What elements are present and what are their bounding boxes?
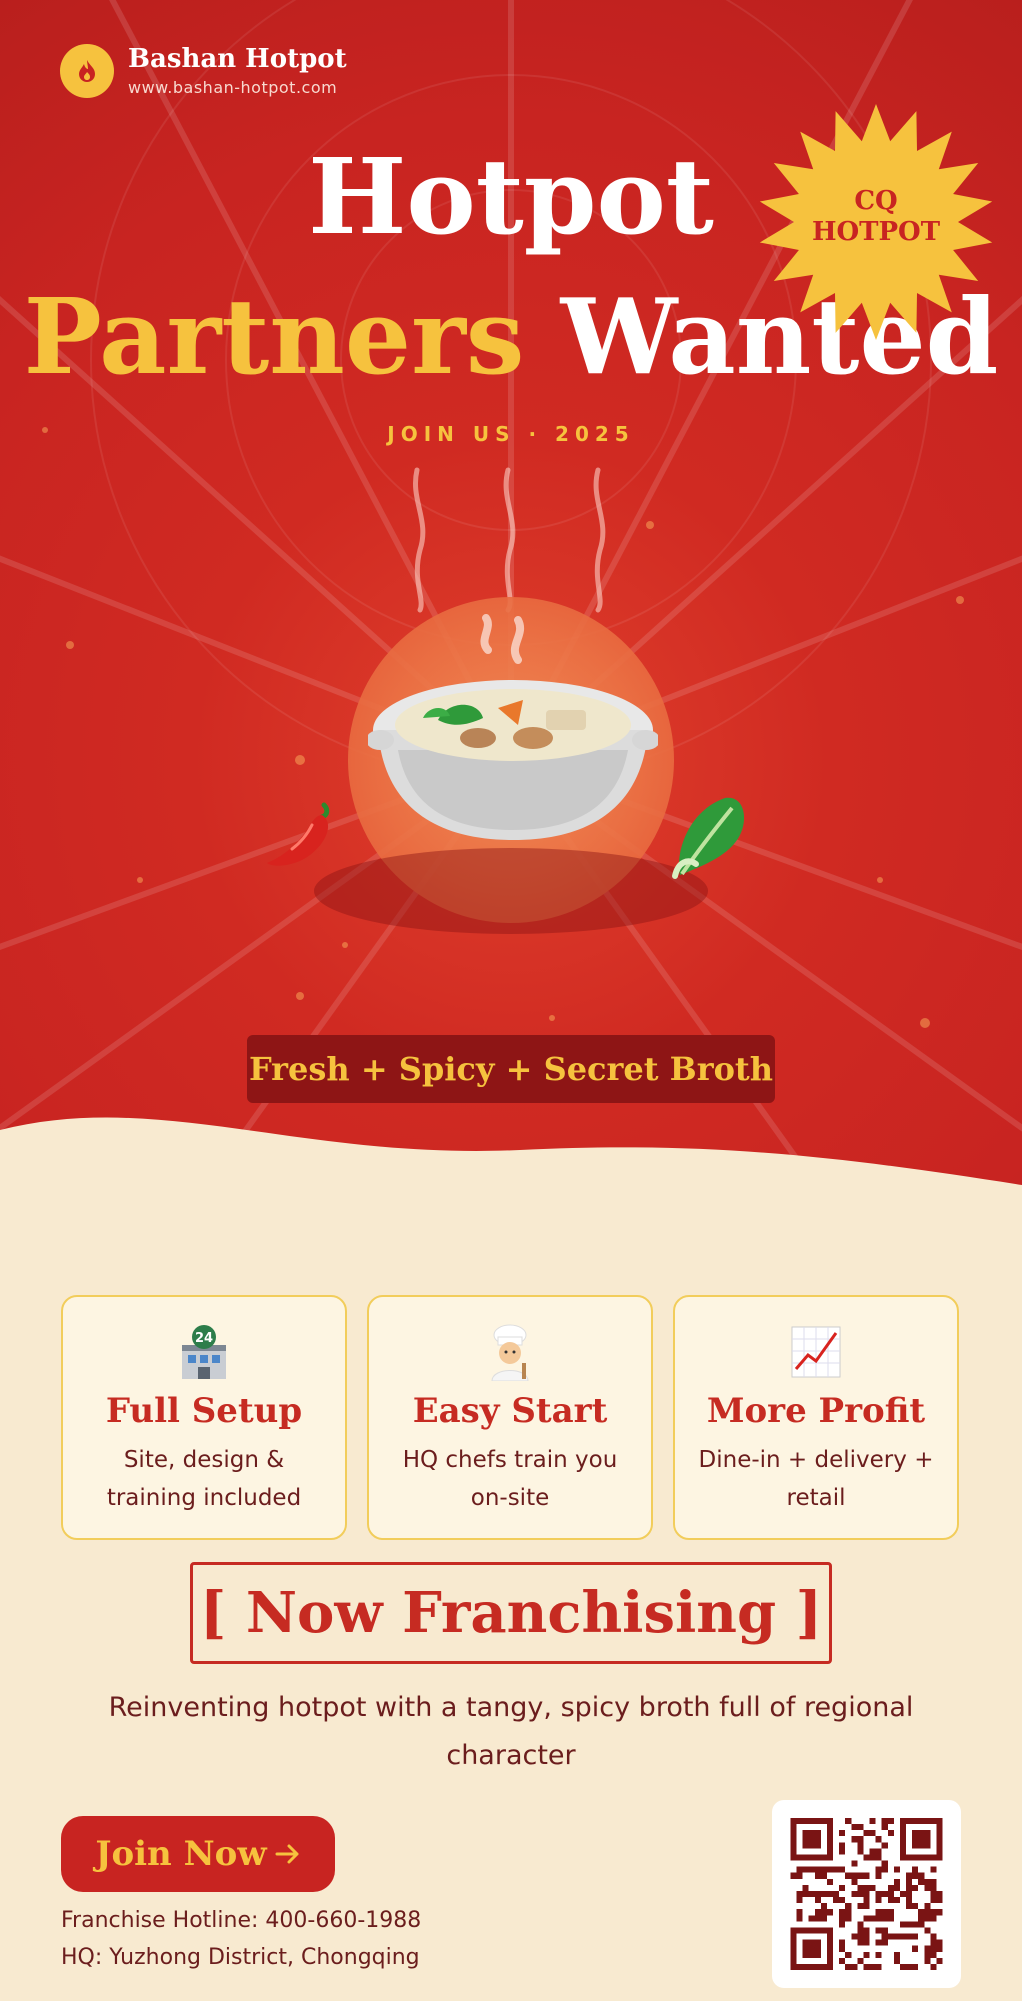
hero-subtitle: JOIN US · 2025 — [387, 422, 635, 446]
card-desc: Site, design & training included — [106, 1447, 302, 1511]
card-title: Easy Start — [412, 1391, 608, 1431]
svg-text:24: 24 — [195, 1331, 213, 1346]
brand-url[interactable]: www.bashan-hotpot.com — [128, 78, 347, 97]
card-desc: HQ chefs train you on-site — [402, 1447, 618, 1511]
cq-hotpot-badge: CQ HOTPOT — [756, 102, 996, 342]
card-title: More Profit — [706, 1391, 926, 1431]
feature-card-easy-start: Easy Start HQ chefs train you on-site — [367, 1295, 653, 1540]
card-desc: Dine-in + delivery + retail — [698, 1447, 934, 1511]
flame-icon — [60, 44, 114, 98]
bok-choy-icon — [672, 797, 745, 879]
badge-line2: HOTPOT — [811, 217, 941, 248]
feature-card-more-profit: More Profit Dine-in + delivery + retail — [673, 1295, 959, 1540]
chart-up-icon — [675, 1323, 957, 1383]
tagline-banner: Fresh + Spicy + Secret Broth — [247, 1035, 775, 1103]
hero-title-gold: Partners — [23, 275, 525, 398]
wave-divider — [0, 1117, 1022, 1200]
chili-pepper-icon — [267, 802, 330, 866]
qr-code[interactable] — [772, 1800, 961, 1988]
qr-code-icon — [790, 1818, 943, 1970]
now-franchising-heading: [ Now Franchising ] — [190, 1562, 832, 1664]
card-title: Full Setup — [105, 1391, 303, 1431]
chef-icon — [369, 1323, 651, 1383]
building-24-icon: 24 — [63, 1323, 345, 1383]
brand-header: Bashan Hotpot www.bashan-hotpot.com — [60, 44, 347, 98]
feature-cards: 24 Full Setup Site, design & training in… — [61, 1295, 959, 1540]
badge-line1: CQ — [854, 186, 898, 216]
bowl-shadow — [314, 848, 708, 934]
join-now-label: Join Now — [95, 1834, 267, 1874]
franchise-description: Reinventing hotpot with a tangy, spicy b… — [108, 1692, 914, 1771]
join-now-button[interactable]: Join Now — [61, 1816, 335, 1892]
hq-address: HQ: Yuzhong District, Chongqing — [61, 1945, 420, 1970]
arrow-right-icon — [275, 1844, 299, 1864]
franchise-hotline: Franchise Hotline: 400-660-1988 — [61, 1908, 422, 1933]
brand-name: Bashan Hotpot — [128, 43, 347, 74]
hotpot-bowl-icon — [368, 614, 658, 840]
feature-card-full-setup: 24 Full Setup Site, design & training in… — [61, 1295, 347, 1540]
